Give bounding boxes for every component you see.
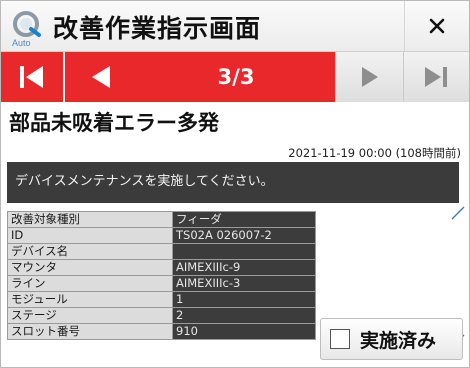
arrow-left-icon [92,66,110,88]
error-title: 部品未吸着エラー多発 [9,111,219,135]
close-icon [429,18,445,34]
page-indicator: 3/3 [137,52,335,102]
detail-label: デバイス名 [7,243,173,260]
app-logo-icon: Auto [12,11,41,48]
detail-value [172,243,316,260]
logo-text: Auto [12,38,31,48]
detail-value: TS02A 026007-2 [172,227,316,244]
detail-label: 改善対象種別 [7,211,173,228]
connector-line-decoration [451,206,465,220]
mark-done-button[interactable]: 実施済み [320,318,463,360]
detail-label: ID [7,227,173,244]
detail-label: スロット番号 [7,323,173,340]
table-row: スロット番号 910 [7,323,316,340]
detail-label: ステージ [7,307,173,324]
detail-value: AIMEXIIIc-9 [172,259,316,276]
table-row: ID TS02A 026007-2 [7,227,316,244]
detail-table: 改善対象種別 フィーダ ID TS02A 026007-2 デバイス名 マウンタ… [7,211,316,340]
last-page-button[interactable] [403,52,469,102]
close-button[interactable] [404,1,469,51]
detail-value: フィーダ [172,211,316,228]
title-bar: Auto 改善作業指示画面 [1,1,469,52]
skip-last-icon [424,67,447,87]
detail-label: マウンタ [7,259,173,276]
first-page-button[interactable] [1,52,65,102]
done-label: 実施済み [360,329,437,352]
work-instruction-window: Auto 改善作業指示画面 3/3 部品未吸着エラー多発 2021-11-19 … [0,0,470,368]
table-row: 改善対象種別 フィーダ [7,211,316,228]
table-row: ステージ 2 [7,307,316,324]
table-row: マウンタ AIMEXIIIc-9 [7,259,316,276]
skip-first-icon [20,66,43,88]
detail-value: 910 [172,323,316,340]
window-title: 改善作業指示画面 [53,14,262,43]
table-row: デバイス名 [7,243,316,260]
detail-label: モジュール [7,291,173,308]
detail-value: AIMEXIIIc-3 [172,275,316,292]
page-navigation-bar: 3/3 [1,52,469,102]
table-row: モジュール 1 [7,291,316,308]
detail-value: 1 [172,291,316,308]
instruction-message: デバイスメンテナンスを実施してください。 [7,162,459,203]
arrow-right-icon [361,67,378,87]
detail-label: ライン [7,275,173,292]
error-timestamp: 2021-11-19 00:00 (108時間前) [288,146,461,160]
next-page-button[interactable] [335,52,403,102]
detail-value: 2 [172,307,316,324]
error-detail-panel: 部品未吸着エラー多発 2021-11-19 00:00 (108時間前) デバイ… [1,102,469,367]
previous-page-button[interactable] [65,52,137,102]
done-checkbox[interactable] [330,329,350,349]
table-row: ライン AIMEXIIIc-3 [7,275,316,292]
